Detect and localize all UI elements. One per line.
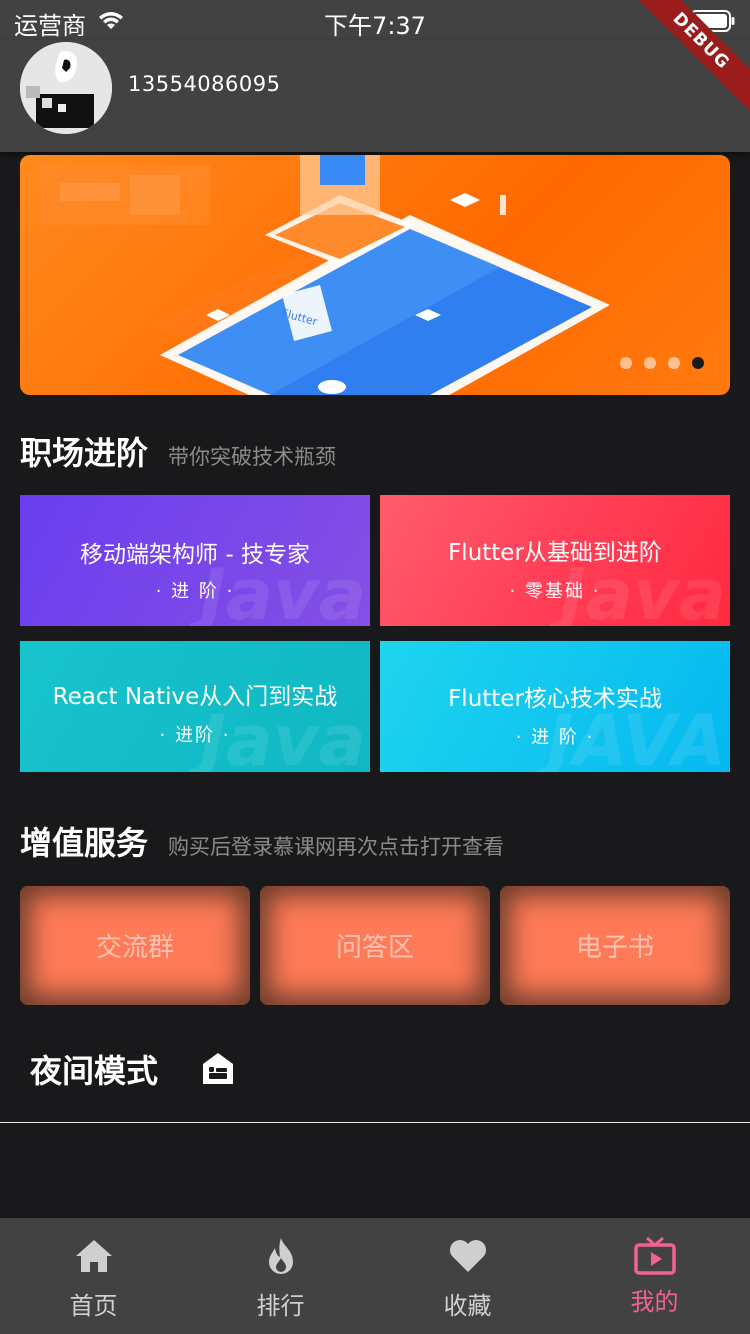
course-level: · 进 阶 ·: [515, 727, 595, 748]
course-level: · 进 阶 ·: [155, 581, 235, 602]
banner-carousel[interactable]: Flutter: [20, 155, 730, 395]
status-bar: 运营商 下午7:37: [0, 0, 750, 40]
course-level: · 进阶 ·: [159, 725, 231, 746]
section-subtitle: 购买后登录慕课网再次点击打开查看: [168, 835, 505, 859]
section-title: 增值服务: [20, 824, 149, 862]
fire-icon: [268, 1238, 293, 1274]
home-icon: [75, 1240, 112, 1272]
profile-header: 13554086095: [0, 40, 750, 152]
section-subtitle: 带你突破技术瓶颈: [168, 445, 337, 469]
course-title: Flutter核心技术实战: [448, 686, 662, 712]
status-time: 下午7:37: [324, 12, 426, 40]
course-card[interactable]: Java Flutter从基础到进阶 · 零基础 ·: [380, 495, 730, 626]
username[interactable]: 13554086095: [128, 72, 280, 96]
nav-label: 收藏: [443, 1292, 492, 1320]
course-card[interactable]: JAVA Flutter核心技术实战 · 进 阶 ·: [380, 641, 730, 772]
carousel-dot-active[interactable]: [692, 357, 704, 369]
app-screen: 运营商 下午7:37 DEBUG 13554086095 Flutter 职场进…: [0, 0, 750, 1334]
heart-icon: [449, 1240, 486, 1272]
avatar[interactable]: [20, 42, 112, 134]
tv-icon: [633, 1236, 676, 1275]
value-section-heading: 增值服务 购买后登录慕课网再次点击打开查看: [20, 818, 504, 864]
nav-item-home[interactable]: 首页: [0, 1218, 187, 1334]
career-section-heading: 职场进阶 带你突破技术瓶颈: [20, 428, 336, 474]
night-mode-icon[interactable]: [200, 1050, 236, 1086]
qa-button[interactable]: 问答区: [260, 886, 490, 1005]
nav-item-favorites[interactable]: 收藏: [374, 1218, 561, 1334]
course-level: · 零基础 ·: [509, 581, 601, 602]
course-title: Flutter从基础到进阶: [448, 540, 662, 566]
course-card[interactable]: Java React Native从入门到实战 · 进阶 ·: [20, 641, 370, 772]
course-title: React Native从入门到实战: [52, 684, 338, 710]
nav-label: 排行: [256, 1292, 305, 1320]
nav-label: 我的: [630, 1288, 679, 1316]
carousel-dot[interactable]: [620, 357, 632, 369]
section-title: 职场进阶: [20, 434, 149, 472]
group-chat-button[interactable]: 交流群: [20, 886, 250, 1005]
night-mode-label[interactable]: 夜间模式: [30, 1046, 158, 1092]
nav-item-mine[interactable]: 我的: [561, 1218, 748, 1334]
course-card[interactable]: Java 移动端架构师 - 技专家 · 进 阶 ·: [20, 495, 370, 626]
carousel-indicator: [620, 357, 704, 369]
course-title: 移动端架构师 - 技专家: [80, 542, 310, 568]
divider: [0, 1122, 750, 1123]
carousel-dot[interactable]: [644, 357, 656, 369]
avatar-image: [20, 42, 112, 134]
ebook-button[interactable]: 电子书: [500, 886, 730, 1005]
carousel-dot[interactable]: [668, 357, 680, 369]
nav-label: 首页: [69, 1292, 118, 1320]
bottom-navigation: 首页 排行 收藏 我的: [0, 1218, 750, 1334]
nav-item-ranking[interactable]: 排行: [187, 1218, 374, 1334]
